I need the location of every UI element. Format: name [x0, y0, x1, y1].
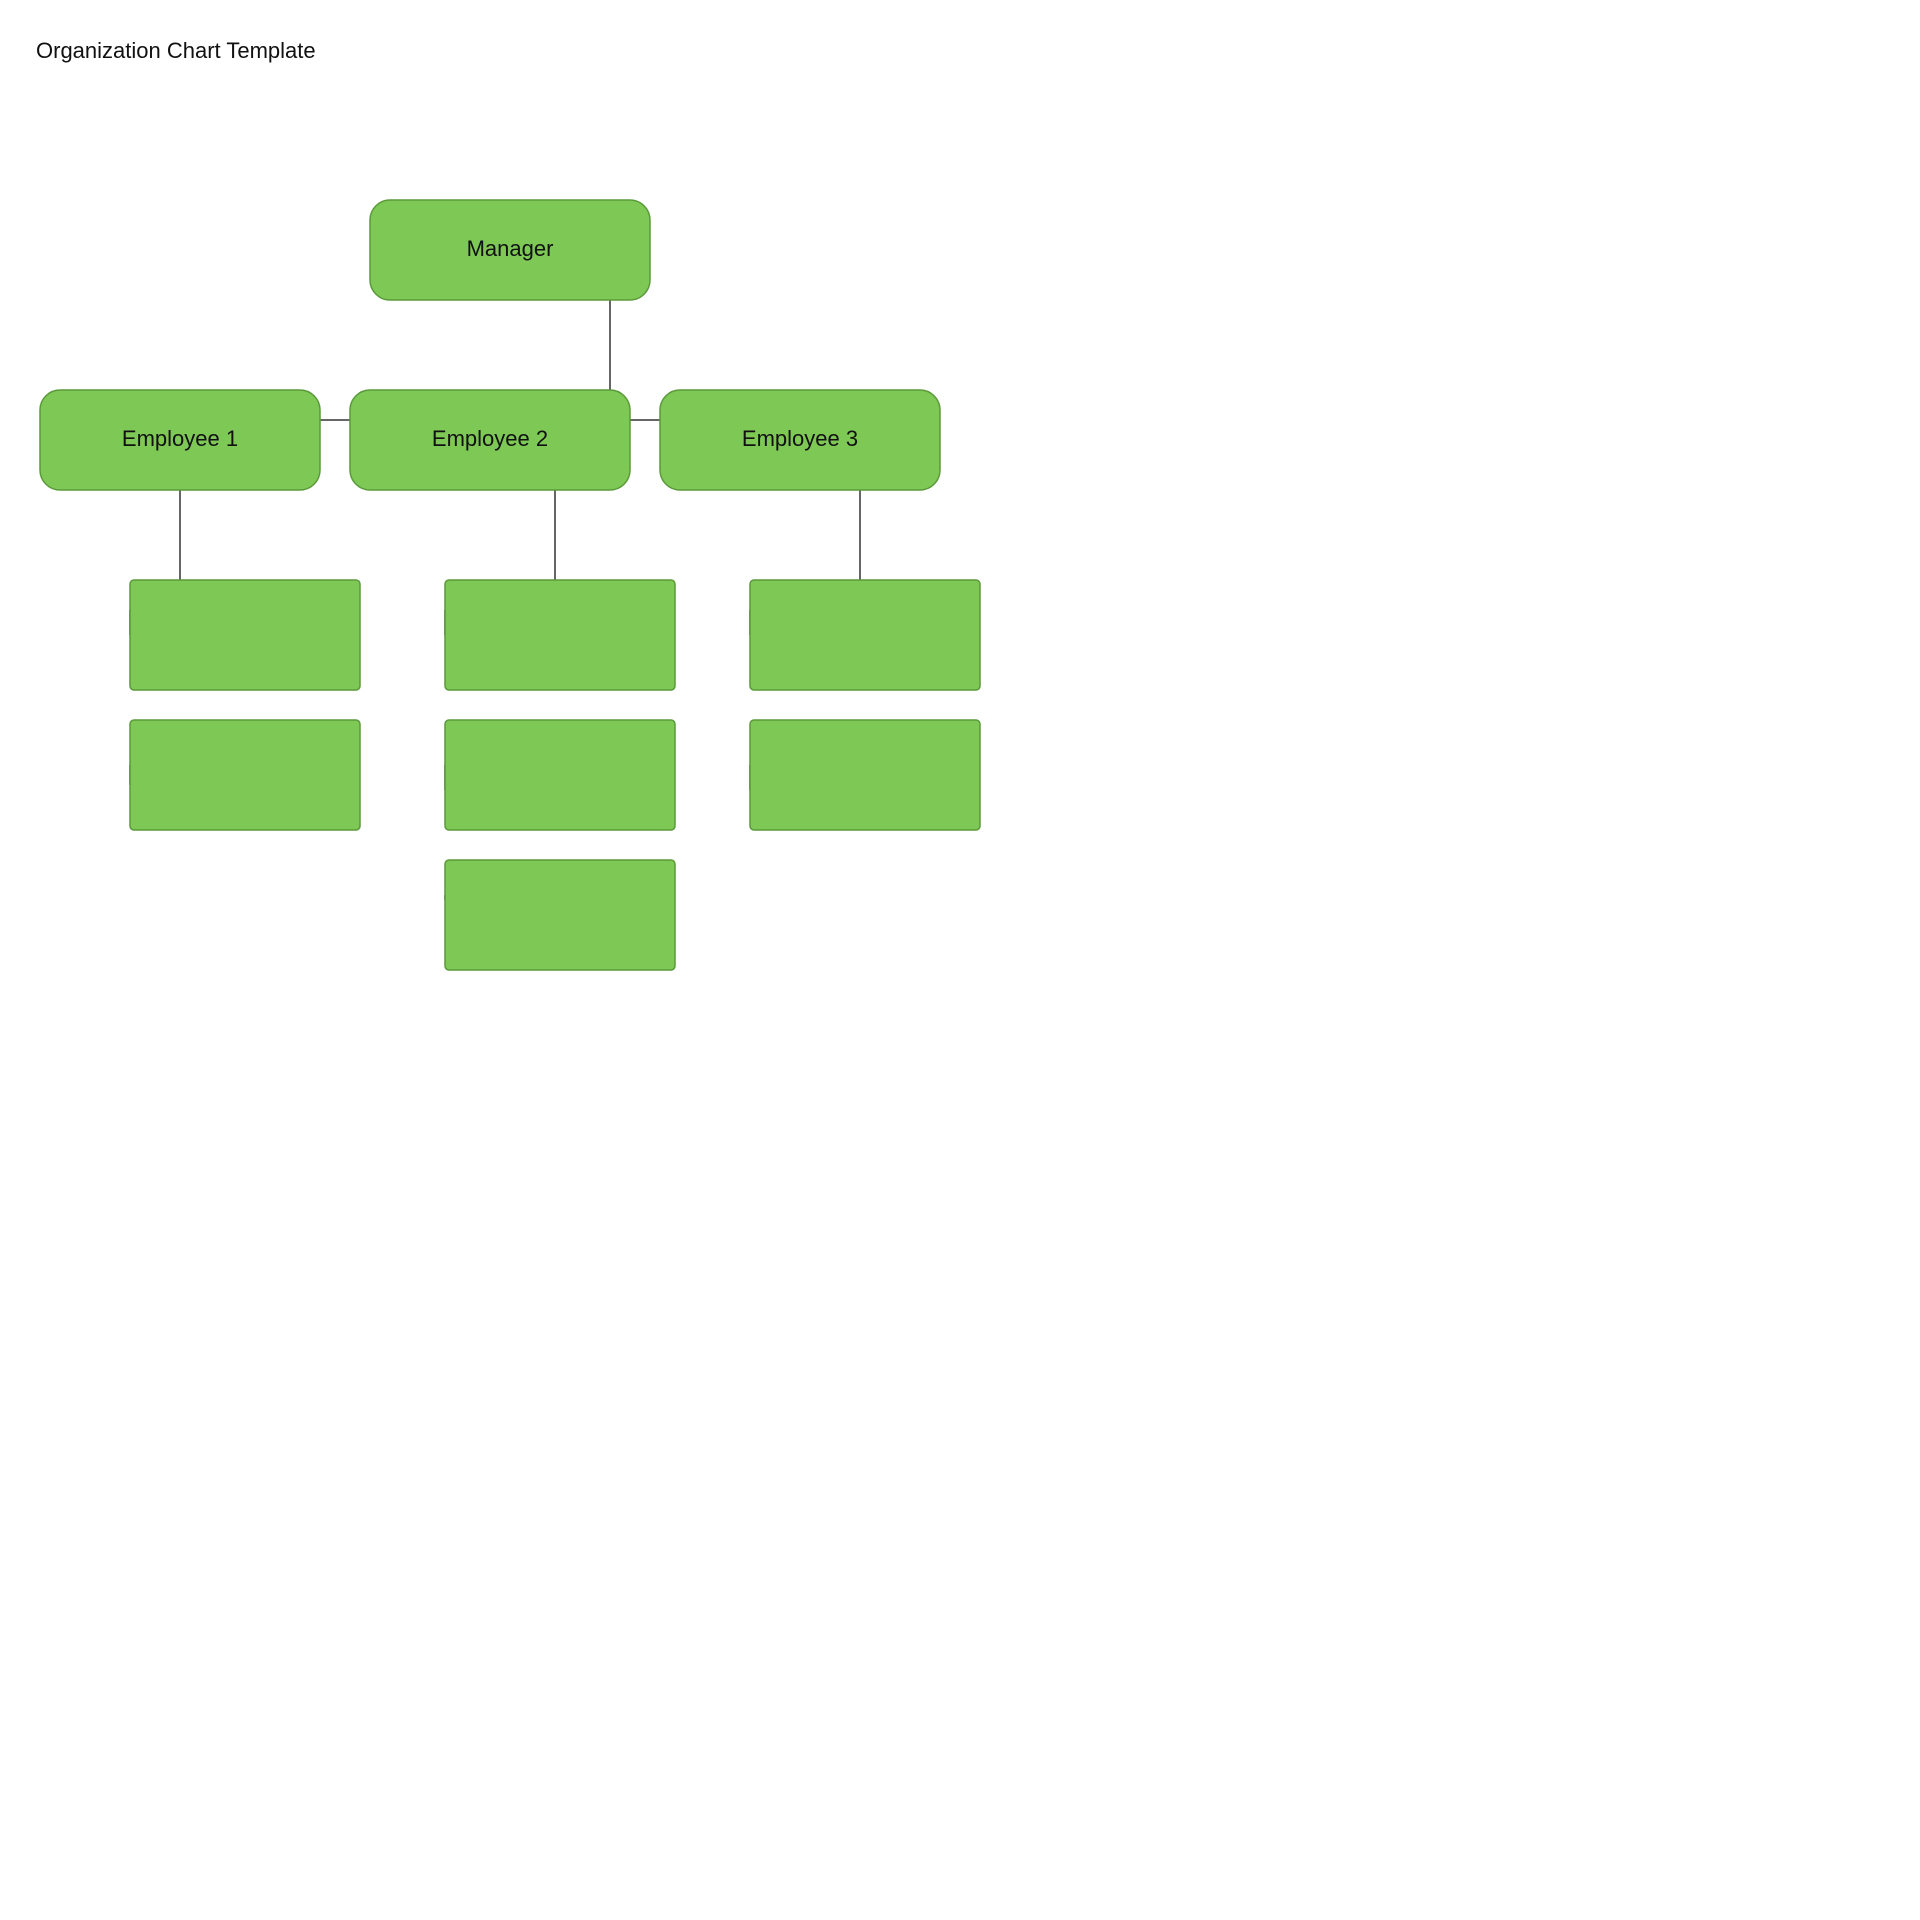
e2-child1-box[interactable] — [445, 580, 675, 690]
e3-child1-box[interactable] — [750, 580, 980, 690]
chart-container: Manager Employee 1 Employee 2 Employee 3 — [0, 120, 1080, 1080]
page-title: Organization Chart Template — [36, 38, 316, 64]
e1-child2-box[interactable] — [130, 720, 360, 830]
e2-child3-box[interactable] — [445, 860, 675, 970]
e1-child1-box[interactable] — [130, 580, 360, 690]
employee1-label: Employee 1 — [122, 426, 238, 451]
employee2-label: Employee 2 — [432, 426, 548, 451]
e3-child2-box[interactable] — [750, 720, 980, 830]
employee3-label: Employee 3 — [742, 426, 858, 451]
org-chart-svg: Manager Employee 1 Employee 2 Employee 3 — [0, 120, 1080, 1080]
e2-child2-box[interactable] — [445, 720, 675, 830]
manager-label: Manager — [467, 236, 554, 261]
